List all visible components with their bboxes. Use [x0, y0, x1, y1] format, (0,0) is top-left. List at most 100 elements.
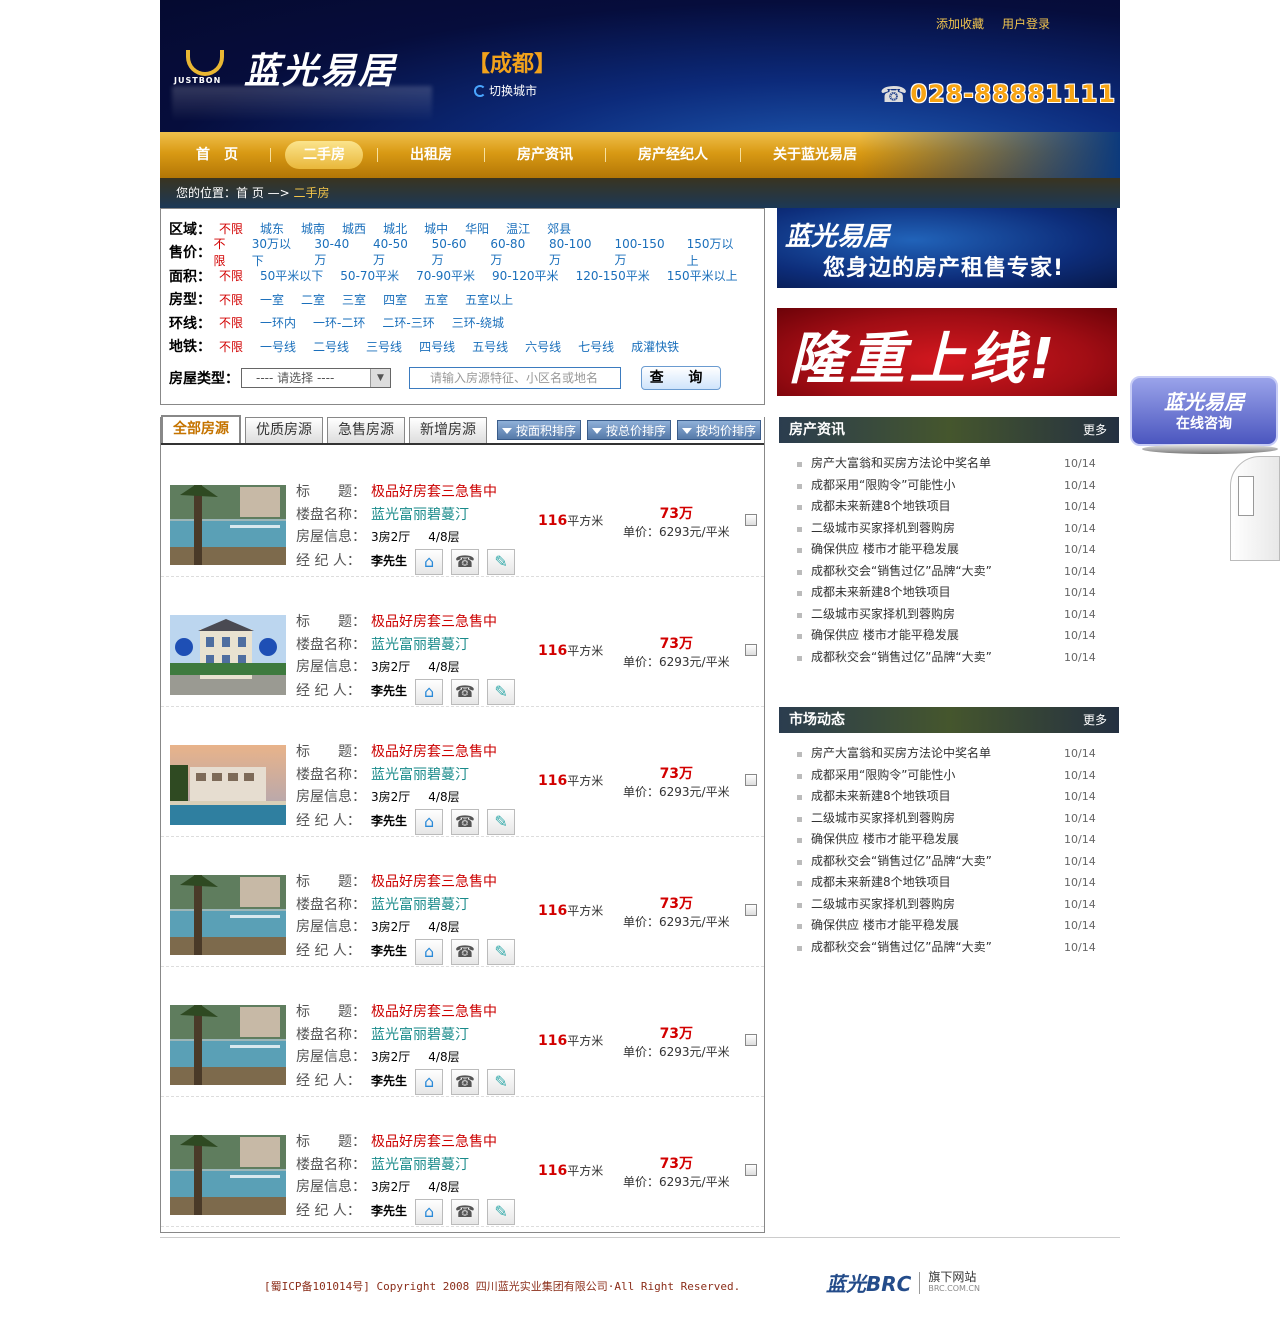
listing-photo[interactable] — [170, 745, 286, 825]
filter-option[interactable]: 60-80万 — [490, 237, 532, 268]
home-icon[interactable]: ⌂ — [415, 938, 444, 965]
filter-option[interactable]: 一环内 — [260, 314, 296, 331]
message-icon[interactable]: ✎ — [487, 808, 516, 835]
message-icon[interactable]: ✎ — [487, 1068, 516, 1095]
nav-news[interactable]: 房产资讯 — [499, 141, 591, 169]
filter-option[interactable]: 30-40万 — [314, 237, 356, 268]
news-item[interactable]: 成都采用“限购令”可能性小 10/14 — [779, 475, 1119, 497]
news-item[interactable]: 二级城市买家择机到蓉购房 10/14 — [779, 518, 1119, 540]
filter-option[interactable]: 100-150万 — [614, 237, 669, 268]
filter-option[interactable]: 华阳 — [465, 220, 489, 237]
nav-rental[interactable]: 出租房 — [392, 141, 470, 169]
filter-option[interactable]: 五室以上 — [465, 291, 513, 308]
phone-icon[interactable]: ☎ — [451, 678, 480, 705]
listing-estate[interactable]: 蓝光富丽碧蔓汀 — [371, 764, 469, 787]
news-item[interactable]: 成都秋交会“销售过亿”品牌“大卖” 10/14 — [779, 561, 1119, 583]
filter-option[interactable]: 城南 — [301, 220, 325, 237]
filter-option[interactable]: 90-120平米 — [492, 267, 559, 284]
phone-icon[interactable]: ☎ — [451, 1198, 480, 1225]
tab-urgent[interactable]: 急售房源 — [327, 417, 405, 443]
filter-option[interactable]: 50平米以下 — [260, 267, 323, 284]
listing-title[interactable]: 极品好房套三急售中 — [371, 741, 497, 764]
listing-photo[interactable] — [170, 485, 286, 565]
filter-option[interactable]: 不限 — [219, 267, 243, 284]
filter-option[interactable]: 不限 — [213, 235, 234, 269]
listing-checkbox[interactable] — [745, 904, 757, 916]
home-icon[interactable]: ⌂ — [415, 678, 444, 705]
listing-title[interactable]: 极品好房套三急售中 — [371, 871, 497, 894]
listing-estate[interactable]: 蓝光富丽碧蔓汀 — [371, 1154, 469, 1177]
add-favorite-link[interactable]: 添加收藏 — [936, 15, 984, 32]
news-item[interactable]: 二级城市买家择机到蓉购房 10/14 — [779, 808, 1119, 830]
listing-estate[interactable]: 蓝光富丽碧蔓汀 — [371, 634, 469, 657]
listing-estate[interactable]: 蓝光富丽碧蔓汀 — [371, 504, 469, 527]
news-item[interactable]: 房产大富翁和买房方法论中奖名单 10/14 — [779, 743, 1119, 765]
tab-all[interactable]: 全部房源 — [161, 415, 241, 443]
listing-title[interactable]: 极品好房套三急售中 — [371, 1131, 497, 1154]
house-type-select[interactable]: ---- 请选择 ---- ▼ — [241, 368, 391, 388]
filter-option[interactable]: 城中 — [424, 220, 448, 237]
news-item[interactable]: 成都未来新建8个地铁项目 10/14 — [779, 786, 1119, 808]
listing-checkbox[interactable] — [745, 644, 757, 656]
tab-new[interactable]: 新增房源 — [409, 417, 487, 443]
filter-option[interactable]: 三室 — [342, 291, 366, 308]
filter-option[interactable]: 不限 — [219, 338, 243, 355]
filter-option[interactable]: 不限 — [219, 314, 243, 331]
filter-option[interactable]: 温江 — [506, 220, 530, 237]
nav-home[interactable]: 首 页 — [178, 141, 256, 169]
consult-card[interactable]: 蓝光易居 在线咨询 — [1130, 376, 1278, 446]
message-icon[interactable]: ✎ — [487, 678, 516, 705]
listing-photo[interactable] — [170, 1135, 286, 1215]
phone-icon[interactable]: ☎ — [451, 1068, 480, 1095]
news-item[interactable]: 成都秋交会“销售过亿”品牌“大卖” 10/14 — [779, 937, 1119, 959]
news-item[interactable]: 成都采用“限购令”可能性小 10/14 — [779, 765, 1119, 787]
news-item[interactable]: 成都未来新建8个地铁项目 10/14 — [779, 496, 1119, 518]
filter-option[interactable]: 50-70平米 — [340, 267, 399, 284]
filter-option[interactable]: 六号线 — [525, 338, 561, 355]
nav-second-hand[interactable]: 二手房 — [285, 141, 363, 169]
filter-option[interactable]: 一号线 — [260, 338, 296, 355]
user-login-link[interactable]: 用户登录 — [1002, 15, 1050, 32]
home-icon[interactable]: ⌂ — [415, 1068, 444, 1095]
news-item[interactable]: 确保供应 楼市才能平稳发展 10/14 — [779, 625, 1119, 647]
listing-title[interactable]: 极品好房套三急售中 — [371, 481, 497, 504]
listing-estate[interactable]: 蓝光富丽碧蔓汀 — [371, 1024, 469, 1047]
sort-by-total-price-button[interactable]: 按总价排序 — [587, 420, 672, 440]
filter-option[interactable]: 一室 — [260, 291, 284, 308]
news-item[interactable]: 成都未来新建8个地铁项目 10/14 — [779, 872, 1119, 894]
filter-option[interactable]: 70-90平米 — [416, 267, 475, 284]
filter-option[interactable]: 五号线 — [472, 338, 508, 355]
listing-checkbox[interactable] — [745, 514, 757, 526]
filter-option[interactable]: 150平米以上 — [667, 267, 738, 284]
tab-quality[interactable]: 优质房源 — [245, 417, 323, 443]
filter-option[interactable]: 40-50万 — [373, 237, 415, 268]
filter-option[interactable]: 30万以下 — [252, 235, 298, 269]
news-item[interactable]: 成都未来新建8个地铁项目 10/14 — [779, 582, 1119, 604]
listing-title[interactable]: 极品好房套三急售中 — [371, 1001, 497, 1024]
news-item[interactable]: 确保供应 楼市才能平稳发展 10/14 — [779, 829, 1119, 851]
news-item[interactable]: 成都秋交会“销售过亿”品牌“大卖” 10/14 — [779, 647, 1119, 669]
news-item[interactable]: 确保供应 楼市才能平稳发展 10/14 — [779, 915, 1119, 937]
filter-option[interactable]: 50-60万 — [432, 237, 474, 268]
filter-option[interactable]: 郊县 — [547, 220, 571, 237]
home-icon[interactable]: ⌂ — [415, 548, 444, 575]
listing-photo[interactable] — [170, 1005, 286, 1085]
filter-option[interactable]: 二室 — [301, 291, 325, 308]
filter-option[interactable]: 不限 — [219, 291, 243, 308]
brand-banner[interactable]: 蓝光易居 您身边的房产租售专家! — [777, 208, 1117, 288]
search-input[interactable]: 请输入房源特征、小区名或地名 — [409, 367, 621, 389]
listing-checkbox[interactable] — [745, 1164, 757, 1176]
filter-option[interactable]: 二号线 — [313, 338, 349, 355]
filter-option[interactable]: 城西 — [342, 220, 366, 237]
listing-photo[interactable] — [170, 615, 286, 695]
home-icon[interactable]: ⌂ — [415, 1198, 444, 1225]
sort-by-area-button[interactable]: 按面积排序 — [497, 420, 582, 440]
market-more-link[interactable]: 更多 — [1083, 707, 1107, 733]
news-item[interactable]: 房产大富翁和买房方法论中奖名单 10/14 — [779, 453, 1119, 475]
filter-option[interactable]: 三号线 — [366, 338, 402, 355]
message-icon[interactable]: ✎ — [487, 1198, 516, 1225]
listing-title[interactable]: 极品好房套三急售中 — [371, 611, 497, 634]
sort-by-unit-price-button[interactable]: 按均价排序 — [677, 420, 762, 440]
nav-agents[interactable]: 房产经纪人 — [620, 141, 726, 169]
launch-banner[interactable]: 隆重上线! — [777, 308, 1117, 396]
